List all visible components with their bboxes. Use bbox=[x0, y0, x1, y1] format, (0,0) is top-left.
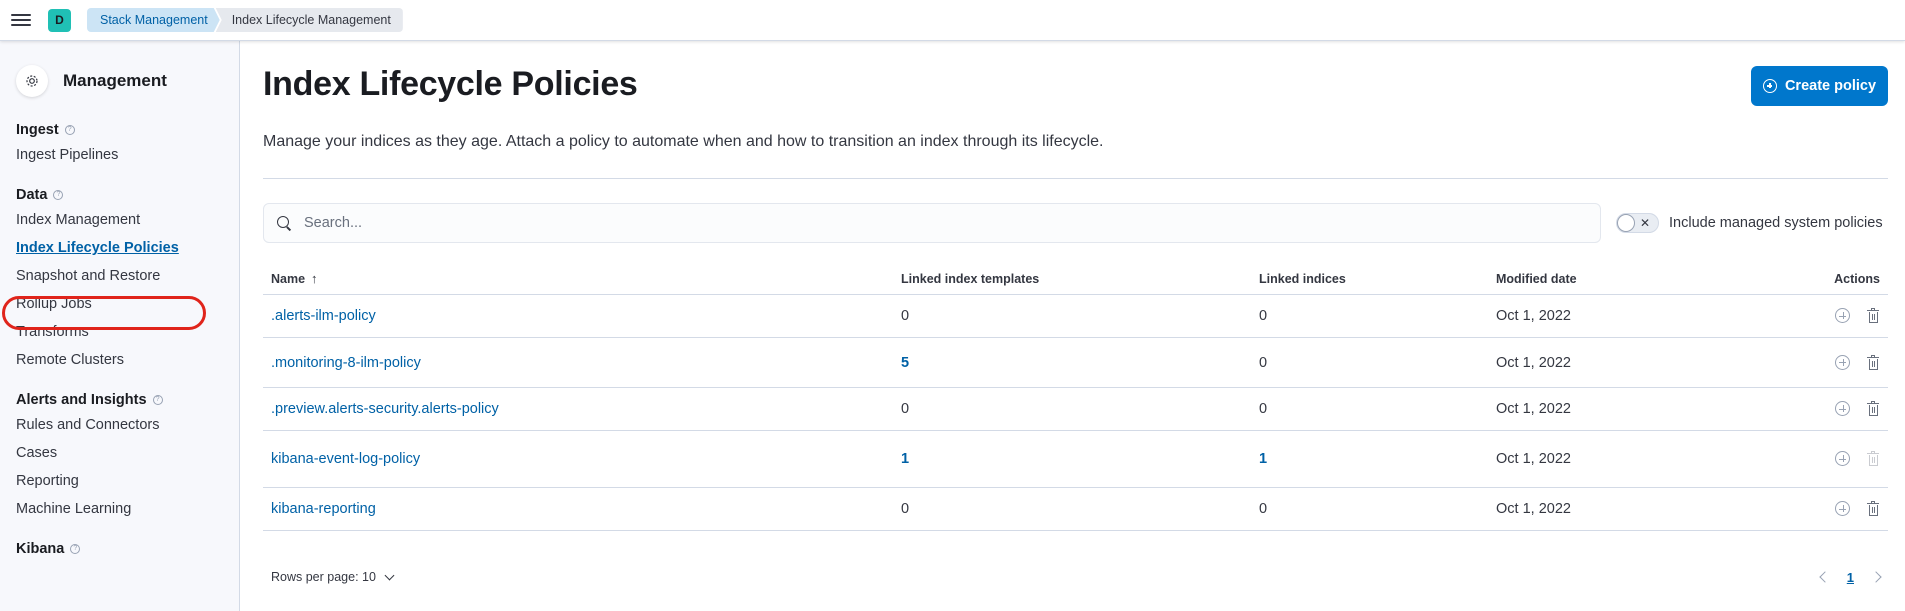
divider bbox=[263, 178, 1888, 179]
chevron-down-icon bbox=[384, 570, 395, 580]
gear-icon bbox=[16, 65, 48, 97]
sidebar-title: Management bbox=[63, 71, 167, 90]
sidebar-item-machine-learning[interactable]: Machine Learning bbox=[0, 495, 239, 523]
page-description: Manage your indices as they age. Attach … bbox=[263, 133, 1104, 150]
policy-name-link[interactable]: kibana-reporting bbox=[271, 501, 376, 517]
table-row: .monitoring-8-ilm-policy 5 0 Oct 1, 2022 bbox=[263, 338, 1888, 388]
modified-date: Oct 1, 2022 bbox=[1496, 501, 1571, 517]
policy-name-link[interactable]: .preview.alerts-security.alerts-policy bbox=[271, 401, 499, 417]
add-policy-to-template-icon[interactable] bbox=[1835, 354, 1851, 371]
add-policy-to-template-icon[interactable] bbox=[1835, 401, 1851, 417]
add-policy-to-template-icon[interactable] bbox=[1835, 451, 1851, 467]
modified-date: Oct 1, 2022 bbox=[1496, 451, 1571, 467]
sidebar-item-cases[interactable]: Cases bbox=[0, 439, 239, 467]
column-header-modified-date[interactable]: Modified date bbox=[1488, 272, 1688, 286]
help-icon[interactable]: ? bbox=[64, 125, 75, 135]
table-header: Name ↑ Linked index templates Linked indi… bbox=[263, 263, 1888, 295]
table-row: .alerts-ilm-policy 0 0 Oct 1, 2022 bbox=[263, 295, 1888, 338]
linked-templates-count: 0 bbox=[901, 501, 910, 517]
group-title: Ingest bbox=[16, 122, 59, 138]
toggle-knob bbox=[1617, 214, 1635, 232]
table-row: .preview.alerts-security.alerts-policy 0… bbox=[263, 388, 1888, 431]
rows-per-page-selector[interactable]: Rows per page: 10 bbox=[263, 570, 395, 584]
trash-icon[interactable] bbox=[1866, 308, 1880, 324]
create-policy-label: Create policy bbox=[1784, 78, 1877, 94]
linked-templates-link[interactable]: 5 bbox=[901, 355, 909, 371]
linked-templates-count: 0 bbox=[901, 401, 910, 417]
modified-date: Oct 1, 2022 bbox=[1496, 308, 1571, 324]
pagination: 1 bbox=[1819, 570, 1888, 585]
managed-policies-toggle-group: ✕ Include managed system policies bbox=[1616, 213, 1883, 233]
plus-circle-icon bbox=[1762, 79, 1777, 93]
create-policy-button[interactable]: Create policy bbox=[1751, 66, 1888, 106]
sidebar-item-remote-clusters[interactable]: Remote Clusters bbox=[0, 346, 239, 374]
trash-icon[interactable] bbox=[1866, 401, 1880, 417]
help-icon[interactable]: ? bbox=[53, 190, 64, 200]
policy-name-link[interactable]: kibana-event-log-policy bbox=[271, 451, 420, 467]
group-title: Kibana bbox=[16, 541, 65, 557]
sidebar-item-snapshot-and-restore[interactable]: Snapshot and Restore bbox=[0, 262, 239, 290]
search-box bbox=[263, 203, 1601, 243]
group-title: Alerts and Insights bbox=[16, 392, 147, 408]
linked-indices-count: 0 bbox=[1259, 501, 1268, 517]
add-policy-to-template-icon[interactable] bbox=[1835, 501, 1851, 517]
sidebar-group-kibana: Kibana? bbox=[0, 538, 239, 560]
breadcrumb-index-lifecycle-management: Index Lifecycle Management bbox=[215, 8, 403, 32]
trash-icon bbox=[1866, 451, 1880, 467]
trash-icon[interactable] bbox=[1866, 354, 1880, 371]
page-title: Index Lifecycle Policies bbox=[263, 65, 638, 103]
linked-indices-count: 0 bbox=[1259, 354, 1268, 371]
space-avatar[interactable]: D bbox=[48, 8, 71, 32]
managed-policies-toggle[interactable]: ✕ bbox=[1616, 213, 1659, 233]
column-header-name[interactable]: Name ↑ bbox=[263, 271, 893, 286]
policies-table: Name ↑ Linked index templates Linked indi… bbox=[263, 263, 1888, 531]
top-header: D Stack Management Index Lifecycle Manag… bbox=[0, 0, 1905, 41]
sidebar-group-data: Data? Index Management Index Lifecycle P… bbox=[0, 184, 239, 374]
help-icon[interactable]: ? bbox=[152, 395, 163, 405]
sidebar-item-rules-and-connectors[interactable]: Rules and Connectors bbox=[0, 411, 239, 439]
sidebar-item-transforms[interactable]: Transforms bbox=[0, 318, 239, 346]
modified-date: Oct 1, 2022 bbox=[1496, 401, 1571, 417]
breadcrumb-stack-management[interactable]: Stack Management bbox=[87, 8, 220, 32]
search-input[interactable] bbox=[304, 215, 1584, 231]
policy-name-link[interactable]: .monitoring-8-ilm-policy bbox=[271, 355, 421, 371]
policy-name-link[interactable]: .alerts-ilm-policy bbox=[271, 308, 376, 324]
menu-icon[interactable] bbox=[11, 12, 31, 28]
modified-date: Oct 1, 2022 bbox=[1496, 354, 1571, 371]
column-header-actions: Actions bbox=[1834, 271, 1880, 286]
linked-indices-link[interactable]: 1 bbox=[1259, 451, 1267, 467]
table-footer: Rows per page: 10 1 bbox=[263, 562, 1888, 592]
cross-icon: ✕ bbox=[1639, 216, 1650, 230]
add-policy-to-template-icon[interactable] bbox=[1835, 308, 1851, 324]
table-row: kibana-event-log-policy 1 1 Oct 1, 2022 bbox=[263, 431, 1888, 488]
sort-ascending-icon: ↑ bbox=[311, 271, 318, 286]
group-title: Data bbox=[16, 187, 48, 203]
sidebar-item-index-management[interactable]: Index Management bbox=[0, 206, 239, 234]
page-number[interactable]: 1 bbox=[1847, 570, 1854, 585]
linked-templates-link[interactable]: 1 bbox=[901, 451, 909, 467]
sidebar: Management Ingest? Ingest Pipelines Data… bbox=[0, 41, 240, 611]
sidebar-item-ingest-pipelines[interactable]: Ingest Pipelines bbox=[0, 141, 239, 169]
sidebar-group-alerts-and-insights: Alerts and Insights? Rules and Connector… bbox=[0, 389, 239, 523]
sidebar-header: Management bbox=[0, 61, 239, 101]
sidebar-item-index-lifecycle-policies[interactable]: Index Lifecycle Policies bbox=[0, 234, 239, 262]
main-content: Index Lifecycle Policies Create policy M… bbox=[241, 41, 1905, 611]
column-header-linked-templates[interactable]: Linked index templates bbox=[893, 272, 1251, 286]
search-icon bbox=[276, 215, 292, 231]
column-header-linked-indices[interactable]: Linked indices bbox=[1251, 272, 1488, 286]
linked-indices-count: 0 bbox=[1259, 401, 1268, 417]
toggle-label: Include managed system policies bbox=[1669, 215, 1883, 231]
breadcrumb: Stack Management Index Lifecycle Managem… bbox=[87, 8, 403, 32]
chevron-right-icon[interactable] bbox=[1870, 571, 1882, 583]
sidebar-group-ingest: Ingest? Ingest Pipelines bbox=[0, 119, 239, 169]
trash-icon[interactable] bbox=[1866, 501, 1880, 517]
rows-per-page-label: Rows per page: 10 bbox=[271, 570, 376, 584]
linked-indices-count: 0 bbox=[1259, 308, 1268, 324]
help-icon[interactable]: ? bbox=[70, 544, 81, 554]
sidebar-item-rollup-jobs[interactable]: Rollup Jobs bbox=[0, 290, 239, 318]
sidebar-item-reporting[interactable]: Reporting bbox=[0, 467, 239, 495]
linked-templates-count: 0 bbox=[901, 308, 910, 324]
chevron-left-icon[interactable] bbox=[1819, 571, 1831, 583]
table-row: kibana-reporting 0 0 Oct 1, 2022 bbox=[263, 488, 1888, 531]
